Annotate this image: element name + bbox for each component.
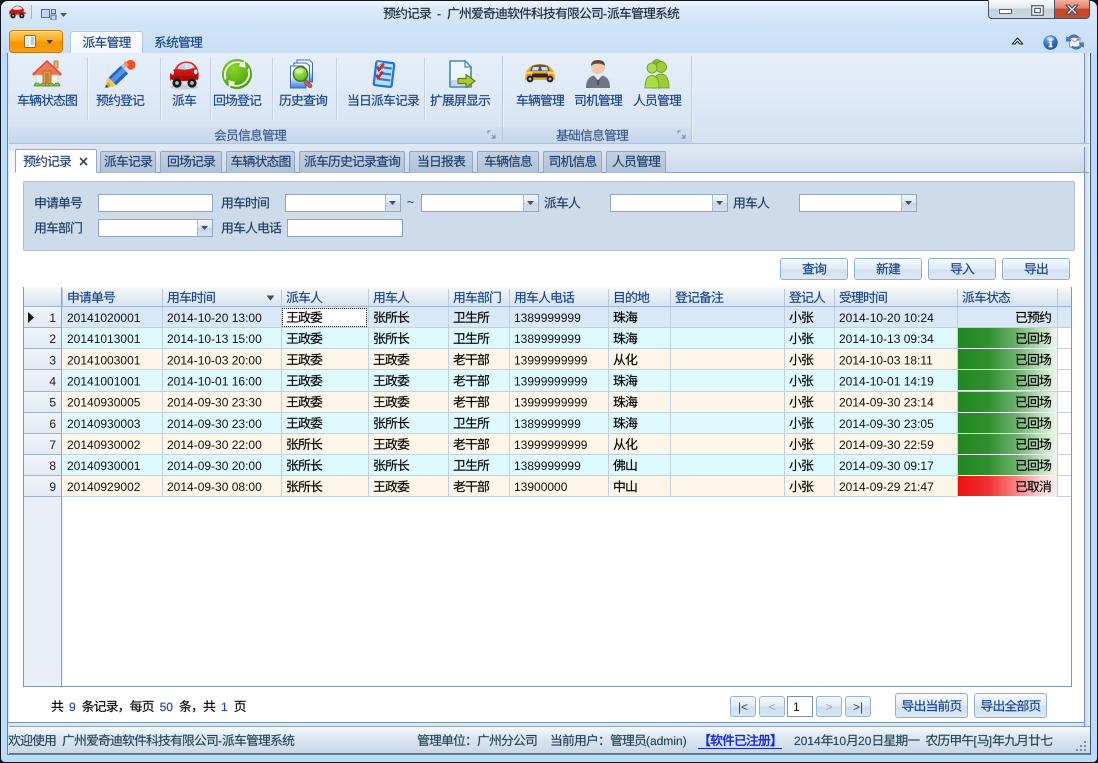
svg-text:2014-10-01 16:00: 2014-10-01 16:00 xyxy=(167,374,262,388)
svg-text:20141013001: 20141013001 xyxy=(67,332,141,346)
svg-text:2014-09-30 23:00: 2014-09-30 23:00 xyxy=(167,417,262,431)
svg-text:4: 4 xyxy=(49,374,56,388)
svg-text:13999999999: 13999999999 xyxy=(514,438,588,452)
svg-text:2014-10-01 14:19: 2014-10-01 14:19 xyxy=(839,374,934,388)
svg-text:20140930002: 20140930002 xyxy=(67,438,141,452)
svg-text:2014-09-30 09:17: 2014-09-30 09:17 xyxy=(839,459,934,473)
svg-text:20140930001: 20140930001 xyxy=(67,459,141,473)
svg-text:20141020001: 20141020001 xyxy=(67,311,141,325)
svg-text:2: 2 xyxy=(49,332,56,346)
svg-text:1389999999: 1389999999 xyxy=(514,459,581,473)
svg-text:1389999999: 1389999999 xyxy=(514,417,581,431)
svg-text:2014-09-30 22:59: 2014-09-30 22:59 xyxy=(839,438,934,452)
svg-text:1: 1 xyxy=(793,700,800,714)
svg-text:|<: |< xyxy=(738,700,748,714)
svg-text:1389999999: 1389999999 xyxy=(514,311,581,325)
svg-text:20140930005: 20140930005 xyxy=(67,396,141,410)
svg-text:20140929002: 20140929002 xyxy=(67,480,141,494)
svg-text:2014-09-29 21:47: 2014-09-29 21:47 xyxy=(839,480,934,494)
svg-text:1389999999: 1389999999 xyxy=(514,332,581,346)
svg-text:2014-10-13 15:00: 2014-10-13 15:00 xyxy=(167,332,262,346)
svg-text:20141003001: 20141003001 xyxy=(67,353,141,367)
svg-text:2014-09-30 22:00: 2014-09-30 22:00 xyxy=(167,438,262,452)
svg-text:3: 3 xyxy=(49,353,56,367)
svg-text:>: > xyxy=(825,700,832,714)
svg-text:2014-10-20 13:00: 2014-10-20 13:00 xyxy=(167,311,262,325)
svg-text:5: 5 xyxy=(49,396,56,410)
svg-text:13900000: 13900000 xyxy=(514,480,568,494)
svg-text:13999999999: 13999999999 xyxy=(514,374,588,388)
svg-text:1: 1 xyxy=(49,311,56,325)
svg-text:8: 8 xyxy=(49,459,56,473)
svg-text:2014-09-30 23:30: 2014-09-30 23:30 xyxy=(167,396,262,410)
svg-text:2014-09-30 20:00: 2014-09-30 20:00 xyxy=(167,459,262,473)
svg-text:2014-10-20 10:24: 2014-10-20 10:24 xyxy=(839,311,934,325)
svg-text:2014-09-30 23:05: 2014-09-30 23:05 xyxy=(839,417,934,431)
svg-text:2014-10-03 20:00: 2014-10-03 20:00 xyxy=(167,353,262,367)
svg-text:2014-10-13 09:34: 2014-10-13 09:34 xyxy=(839,332,934,346)
svg-text:13999999999: 13999999999 xyxy=(514,396,588,410)
svg-text:13999999999: 13999999999 xyxy=(514,353,588,367)
svg-text:20141001001: 20141001001 xyxy=(67,374,141,388)
svg-text:9: 9 xyxy=(49,480,56,494)
svg-text:>|: >| xyxy=(853,700,863,714)
svg-text:20140930003: 20140930003 xyxy=(67,417,141,431)
svg-text:2014-09-30 08:00: 2014-09-30 08:00 xyxy=(167,480,262,494)
svg-text:7: 7 xyxy=(49,438,56,452)
svg-text:6: 6 xyxy=(49,417,56,431)
svg-text:<: < xyxy=(768,700,775,714)
svg-text:2014-09-30 23:14: 2014-09-30 23:14 xyxy=(839,396,934,410)
svg-text:2014-10-03 18:11: 2014-10-03 18:11 xyxy=(839,353,933,367)
